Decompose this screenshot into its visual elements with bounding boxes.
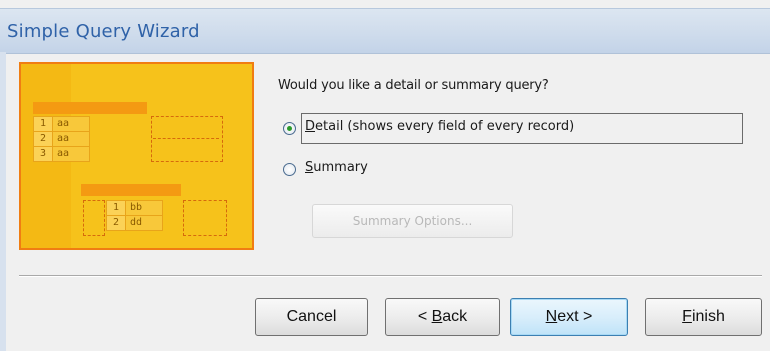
illustration-top-table-header (33, 102, 147, 114)
illustration-dashed-line (153, 138, 219, 139)
illustration-row-value: aa (52, 116, 90, 132)
next-button[interactable]: Next > (510, 298, 628, 336)
radio-selected-dot (287, 126, 292, 131)
detail-mnemonic: D (305, 119, 316, 134)
button-separator (19, 275, 762, 277)
illustration-dashed-field (83, 200, 105, 236)
illustration-row-number: 2 (106, 215, 126, 231)
back-prefix: < (417, 308, 432, 325)
illustration-row-value: aa (52, 146, 90, 162)
title-bar: Simple Query Wizard (0, 8, 770, 54)
cancel-button[interactable]: Cancel (255, 298, 368, 336)
next-label-text: ext > (557, 308, 593, 325)
back-label-text: ack (442, 308, 468, 325)
illustration-row-number: 2 (33, 131, 53, 147)
detail-option-label[interactable]: Detail (shows every field of every recor… (305, 119, 574, 134)
summary-options-button[interactable]: Summary Options... (312, 204, 513, 238)
illustration-bottom-table-header (81, 184, 181, 196)
back-button[interactable]: < Back (385, 298, 500, 336)
illustration-row-value: bb (125, 200, 163, 216)
detail-label-text: etail (shows every field of every record… (315, 119, 575, 134)
simple-query-wizard-dialog: Simple Query Wizard 1 aa 2 aa 3 aa 1 bb … (0, 0, 770, 351)
illustration-dashed-field (183, 200, 227, 236)
summary-option-label[interactable]: Summary (305, 160, 368, 175)
finish-mnemonic: F (682, 308, 692, 325)
summary-label-text: ummary (313, 160, 368, 175)
illustration-row-value: dd (125, 215, 163, 231)
finish-label-text: inish (691, 308, 725, 325)
illustration-dashed-field (151, 116, 223, 162)
next-mnemonic: N (545, 308, 558, 325)
illustration-row-number: 3 (33, 146, 53, 162)
illustration-row-number: 1 (33, 116, 53, 132)
finish-button[interactable]: Finish (645, 298, 762, 336)
illustration-row-value: aa (52, 131, 90, 147)
summary-radio-button[interactable] (283, 163, 296, 176)
window-frame-edge (0, 52, 6, 351)
detail-query-illustration: 1 aa 2 aa 3 aa 1 bb 2 dd (19, 62, 254, 250)
detail-radio-button[interactable] (283, 122, 296, 135)
back-mnemonic: B (431, 308, 443, 325)
illustration-row-number: 1 (106, 200, 126, 216)
window-title: Simple Query Wizard (7, 21, 200, 42)
query-type-question: Would you like a detail or summary query… (278, 78, 549, 93)
